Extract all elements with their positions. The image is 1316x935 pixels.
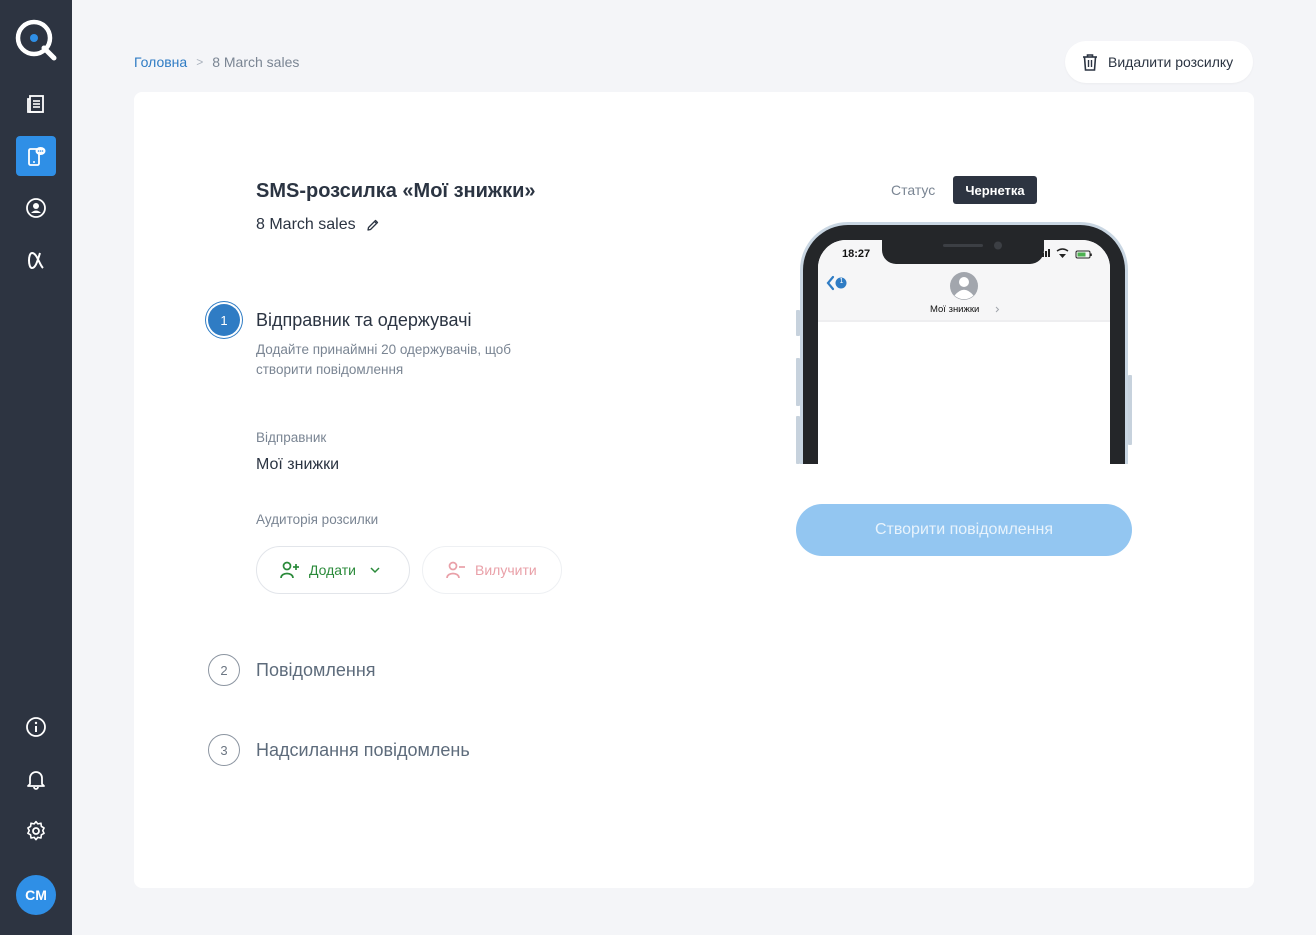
phone-time: 18:27	[842, 248, 871, 260]
gear-icon	[27, 820, 45, 841]
status-badge: Чернетка	[953, 176, 1037, 204]
breadcrumb-home-link[interactable]: Головна	[134, 54, 187, 70]
breadcrumb: Головна > 8 March sales	[134, 54, 299, 70]
pencil-icon[interactable]	[366, 218, 380, 232]
step-3-number: 3	[208, 734, 240, 766]
sidebar: CM	[0, 0, 72, 935]
sms-phone-icon	[28, 147, 46, 166]
avatar[interactable]: CM	[16, 875, 56, 915]
main-card	[134, 92, 1254, 888]
newspaper-icon	[27, 95, 44, 113]
step-1-description: Додайте принаймні 20 одержувачів, щоб ст…	[256, 342, 512, 377]
sender-label: Відправник	[256, 430, 327, 445]
add-audience-button[interactable]: Додати	[256, 546, 410, 594]
step-1-number: 1	[208, 304, 240, 336]
remove-user-icon	[446, 561, 465, 579]
phone-preview: 18:27 1 Мої знижки	[796, 220, 1132, 464]
audience-label: Аудиторія розсилки	[256, 512, 379, 527]
bell-icon	[27, 771, 45, 790]
add-audience-label: Додати	[309, 562, 356, 578]
sender-value: Мої знижки	[256, 456, 340, 473]
sidebar-item-sms[interactable]	[16, 136, 56, 176]
chevron-right-icon: >	[196, 55, 204, 69]
contacts-icon	[26, 198, 46, 218]
sidebar-item-campaigns[interactable]	[16, 84, 56, 124]
breadcrumb-current: 8 March sales	[212, 54, 300, 70]
logo-icon[interactable]	[14, 19, 58, 63]
phone-contact-name: Мої знижки	[930, 304, 980, 315]
sidebar-item-settings[interactable]	[16, 811, 56, 851]
campaign-name-text: 8 March sales	[256, 216, 356, 233]
page-title: SMS-розсилка «Мої знижки»	[256, 180, 536, 202]
phone-unread-count: 1	[839, 278, 844, 285]
sidebar-item-info[interactable]	[16, 707, 56, 747]
delete-campaign-label: Видалити розсилку	[1108, 54, 1234, 70]
chevron-down-icon	[370, 567, 380, 574]
trash-icon	[1083, 54, 1097, 71]
alpha-icon	[28, 251, 44, 270]
add-user-icon	[280, 561, 299, 579]
info-icon	[26, 717, 46, 737]
sidebar-item-alpha[interactable]	[16, 240, 56, 280]
exclude-audience-button[interactable]: Вилучити	[422, 546, 562, 594]
campaign-name: 8 March sales	[256, 216, 380, 234]
step-2-number: 2	[208, 654, 240, 686]
step-3-title[interactable]: Надсилання повідомлень	[256, 740, 470, 761]
exclude-audience-label: Вилучити	[475, 562, 537, 578]
sidebar-item-notifications[interactable]	[16, 759, 56, 799]
delete-campaign-button[interactable]: Видалити розсилку	[1065, 41, 1253, 83]
step-2-title[interactable]: Повідомлення	[256, 660, 376, 681]
status-label: Статус	[891, 182, 936, 198]
step-1-title[interactable]: Відправник та одержувачі	[256, 310, 472, 331]
sidebar-item-contacts[interactable]	[16, 188, 56, 228]
create-message-button[interactable]: Створити повідомлення	[796, 504, 1132, 556]
